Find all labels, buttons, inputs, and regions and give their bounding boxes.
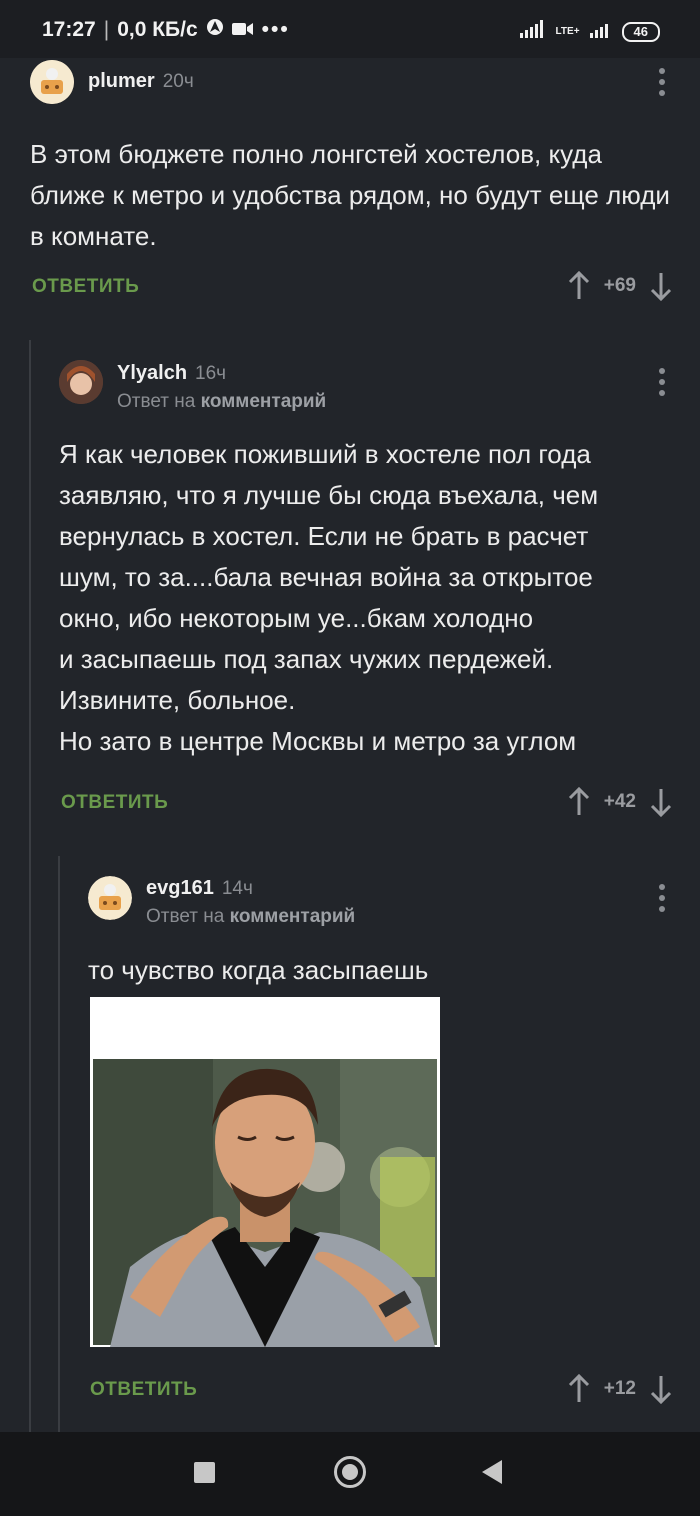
status-bar: 17:27 | 0,0 КБ/с ••• LTE+ 46 xyxy=(0,0,700,58)
comment-text: В этом бюджете полно лонгстей хостелов, … xyxy=(30,139,670,251)
reply-button[interactable]: ОТВЕТИТЬ xyxy=(90,1379,197,1401)
video-icon xyxy=(231,18,254,42)
score: +69 xyxy=(603,275,636,296)
navigation-icon xyxy=(206,18,224,42)
upvote-icon[interactable] xyxy=(568,787,590,817)
thread-line xyxy=(29,340,31,1432)
downvote-icon[interactable] xyxy=(650,1374,672,1404)
recents-icon[interactable] xyxy=(194,1462,215,1483)
reply-to-label[interactable]: Ответ на комментарий xyxy=(117,391,326,413)
downvote-icon[interactable] xyxy=(650,271,672,301)
more-options-icon[interactable] xyxy=(659,368,665,401)
network-type: LTE+ xyxy=(555,26,580,37)
upvote-icon[interactable] xyxy=(568,271,590,301)
reply-button[interactable]: ОТВЕТИТЬ xyxy=(32,276,139,298)
score: +12 xyxy=(603,1378,636,1399)
signal-icon xyxy=(519,20,546,43)
username[interactable]: plumer 20ч xyxy=(88,70,194,93)
home-icon[interactable] xyxy=(334,1456,366,1488)
comment-text: то чувство когда засыпаешь xyxy=(88,955,429,985)
system-navigation-bar xyxy=(0,1432,700,1516)
avatar[interactable] xyxy=(88,876,132,920)
comment-time: 20ч xyxy=(162,71,194,92)
back-icon[interactable] xyxy=(482,1460,502,1484)
score: +42 xyxy=(603,791,636,812)
vote-controls: +12 xyxy=(568,1374,672,1404)
upvote-icon[interactable] xyxy=(568,1374,590,1404)
comment-image[interactable] xyxy=(90,997,440,1347)
more-options-icon[interactable] xyxy=(659,884,665,917)
avatar[interactable] xyxy=(59,360,103,404)
reply-button[interactable]: ОТВЕТИТЬ xyxy=(61,792,168,814)
signal-icon-2 xyxy=(589,20,612,43)
network-speed: 0,0 КБ/с xyxy=(117,18,198,41)
more-options-icon[interactable] xyxy=(659,68,665,101)
vote-controls: +42 xyxy=(568,787,672,817)
thread-line-nested xyxy=(58,856,60,1432)
reply-to-label[interactable]: Ответ на комментарий xyxy=(146,906,355,928)
comment-time: 16ч xyxy=(195,363,227,384)
avatar[interactable] xyxy=(30,60,74,104)
battery-indicator: 46 xyxy=(621,21,660,42)
vote-controls: +69 xyxy=(568,271,672,301)
clock: 17:27 xyxy=(42,18,96,41)
comment-text: Я как человек поживший в хостеле пол год… xyxy=(59,439,599,756)
downvote-icon[interactable] xyxy=(650,787,672,817)
more-notifications-icon: ••• xyxy=(261,18,290,41)
comment-time: 14ч xyxy=(221,878,253,899)
username[interactable]: evg161 14ч xyxy=(146,877,253,900)
username[interactable]: Ylyalch 16ч xyxy=(117,362,226,385)
